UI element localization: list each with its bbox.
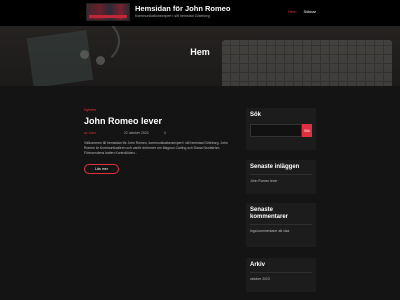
archive-title: Arkiv (250, 262, 266, 268)
site-title[interactable]: Hemsidan för John Romeo (135, 4, 230, 13)
search-input[interactable] (250, 124, 302, 137)
no-comments-text: Inga kommentarer att visa. (250, 229, 291, 233)
post-date[interactable]: 22 oktober 2023 (124, 131, 164, 135)
main-nav: Hem Sökkar (288, 9, 316, 14)
search-widget-title: Sök (250, 112, 262, 118)
post-title[interactable]: John Romeo lever (84, 116, 234, 126)
search-button[interactable]: Sök (302, 124, 312, 137)
post-card: Nyheter John Romeo lever av John 22 okto… (84, 108, 234, 175)
recent-posts-widget: Senaste inläggen John Romeo lever (246, 160, 316, 194)
nav-item-sokkar[interactable]: Sökkar (303, 9, 315, 14)
recent-posts-title: Senaste inläggen (250, 164, 300, 170)
search-widget: Sök Sök (246, 108, 316, 150)
post-author[interactable]: av John (84, 131, 124, 135)
post-category[interactable]: Nyheter (84, 108, 234, 112)
site-tagline: Kommunikationsexpert i sitt hemstad Göte… (135, 14, 210, 18)
read-more-button[interactable]: Läs mer (84, 164, 119, 174)
site-header: Hemsidan för John Romeo Kommunikationsex… (0, 0, 400, 26)
divider (250, 174, 312, 175)
post-comment-count[interactable]: 0 (164, 131, 166, 135)
nav-item-hem[interactable]: Hem (288, 9, 296, 14)
hero-banner: Hem (0, 26, 400, 86)
logo-accent (89, 15, 127, 18)
recent-comments-widget: Senaste kommentarer Inga kommentarer att… (246, 203, 316, 247)
divider (250, 224, 312, 225)
archive-widget: Arkiv oktober 2023 (246, 258, 316, 292)
post-meta: av John 22 oktober 2023 0 (84, 131, 234, 135)
post-excerpt: Välkommen till hemsidan för John Romeo, … (84, 141, 228, 155)
recent-post-link[interactable]: John Romeo lever (250, 179, 312, 183)
page-title: Hem (190, 47, 210, 57)
archive-link[interactable]: oktober 2023 (250, 277, 312, 281)
search-form: Sök (250, 124, 312, 137)
divider (250, 272, 312, 273)
site-logo[interactable] (86, 3, 130, 21)
recent-comments-title: Senaste kommentarer (250, 207, 289, 220)
